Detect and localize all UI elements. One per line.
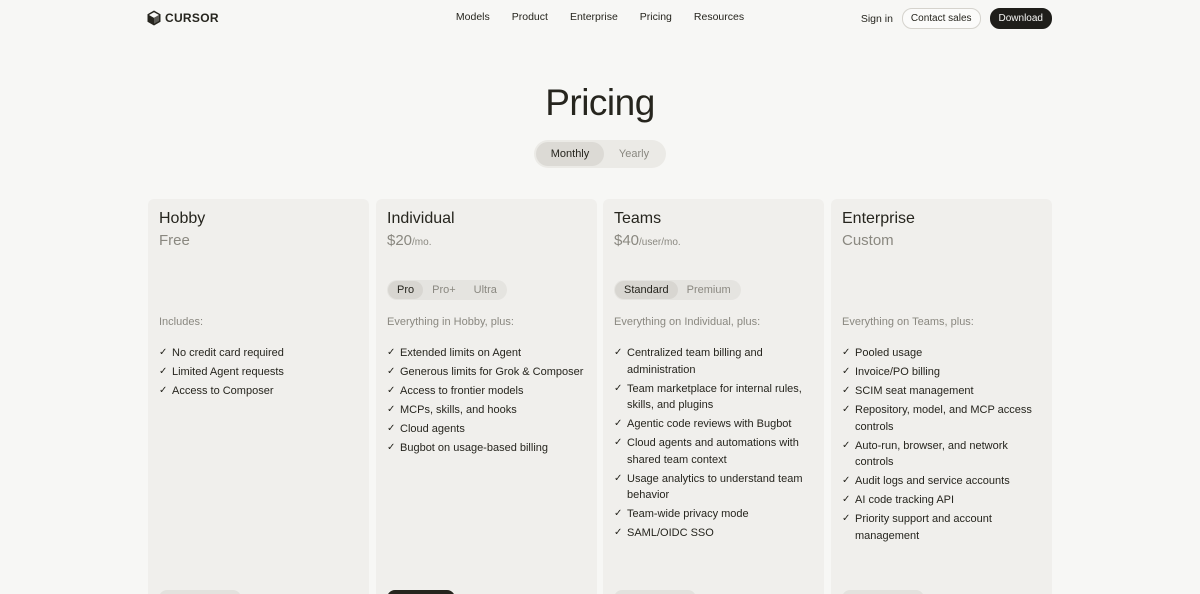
feature-item: ✓ Cloud agents	[387, 421, 589, 438]
feature-item: ✓ Bugbot on usage-based billing	[387, 440, 589, 457]
check-icon: ✓	[387, 404, 396, 415]
feature-item: ✓ Repository, model, and MCP access contr…	[842, 404, 1032, 433]
menu-item-pricing[interactable]: Pricing	[640, 11, 672, 23]
plan-price: Custom	[842, 232, 894, 249]
feature-item: ✓ Usage analytics to understand team beha…	[614, 472, 803, 502]
plan-includes-label: Everything on Teams, plus:	[842, 316, 974, 328]
feature-list: ✓ Pooled usage ✓ Invoice/PO billing ✓ SCIM …	[842, 345, 1044, 547]
logo[interactable]: CURSOR	[147, 10, 219, 26]
plan-name: Individual	[387, 210, 455, 227]
check-icon: ✓	[614, 418, 623, 429]
feature-list: ✓ Extended limits on Agent ✓ Generous limi…	[387, 345, 589, 459]
check-icon: ✓	[387, 347, 396, 358]
plan-price: $20/mo.	[387, 232, 432, 249]
feature-item: ✓ AI code tracking API	[842, 492, 1044, 509]
feature-item: ✓ Limited Agent requests	[159, 364, 361, 381]
plan-card-enterprise: Enterprise Custom Everything on Teams, p…	[831, 199, 1052, 594]
menu-item-enterprise[interactable]: Enterprise	[570, 11, 618, 23]
feature-item: ✓ Priority support and account management	[842, 513, 992, 542]
tier-pro-plus[interactable]: Pro+	[423, 281, 465, 299]
check-icon: ✓	[614, 472, 623, 484]
feature-list: ✓ Centralized team billing and administra…	[614, 345, 816, 544]
feature-item: ✓ Team-wide privacy mode	[614, 506, 816, 523]
check-icon: ✓	[842, 494, 851, 505]
logo-text: CURSOR	[165, 11, 219, 25]
check-icon: ✓	[842, 404, 851, 415]
check-icon: ✓	[842, 475, 851, 486]
feature-item: ✓ Team marketplace for internal rules, sk…	[614, 382, 802, 412]
check-icon: ✓	[614, 437, 623, 448]
plan-card-hobby: Hobby Free Includes: ✓ No credit card req…	[148, 199, 369, 594]
plan-card-individual: Individual $20/mo. Pro Pro+ Ultra Everyt…	[376, 199, 597, 594]
monthly-option[interactable]: Monthly	[536, 142, 604, 166]
feature-list: ✓ No credit card required ✓ Limited Agent …	[159, 345, 361, 402]
check-icon: ✓	[842, 439, 851, 451]
check-icon: ✓	[614, 508, 623, 519]
feature-item: ✓ Audit logs and service accounts	[842, 473, 1044, 490]
menu-item-product[interactable]: Product	[512, 11, 548, 23]
check-icon: ✓	[387, 442, 396, 453]
feature-item: ✓ Centralized team billing and administra…	[614, 347, 763, 376]
plan-includes-label: Everything on Individual, plus:	[614, 316, 761, 328]
check-icon: ✓	[159, 366, 168, 377]
check-icon: ✓	[159, 385, 168, 396]
feature-item: ✓ SCIM seat management	[842, 383, 1044, 400]
page-title: Pricing	[545, 82, 655, 123]
check-icon: ✓	[614, 347, 623, 358]
yearly-option[interactable]: Yearly	[604, 142, 664, 166]
check-icon: ✓	[842, 513, 851, 524]
feature-item: ✓ Invoice/PO billing	[842, 364, 1044, 381]
feature-item: ✓ Auto-run, browser, and network controls	[842, 439, 1008, 469]
feature-item: ✓ SAML/OIDC SSO	[614, 525, 816, 542]
billing-period-toggle: Monthly Yearly	[534, 140, 666, 168]
check-icon: ✓	[387, 385, 396, 396]
hobby-cta-button[interactable]	[159, 590, 241, 594]
tier-pro[interactable]: Pro	[388, 281, 424, 299]
menu-item-models[interactable]: Models	[456, 11, 490, 23]
cursor-cube-icon	[147, 10, 161, 26]
feature-item: ✓ Pooled usage	[842, 345, 1044, 362]
check-icon: ✓	[614, 527, 623, 538]
check-icon: ✓	[614, 382, 623, 394]
individual-tier-toggle: Pro Pro+ Ultra	[387, 280, 507, 300]
header-actions: Sign in Contact sales Download	[861, 8, 1052, 29]
plan-name: Enterprise	[842, 210, 915, 227]
teams-cta-button[interactable]	[614, 590, 696, 594]
plan-name: Teams	[614, 210, 662, 227]
feature-item: ✓ Access to Composer	[159, 383, 361, 400]
download-button[interactable]: Download	[989, 8, 1052, 29]
contact-sales-button[interactable]: Contact sales	[901, 8, 981, 29]
teams-tier-toggle: Standard Premium	[614, 280, 741, 300]
check-icon: ✓	[159, 347, 168, 358]
check-icon: ✓	[842, 347, 851, 358]
feature-item: ✓ Agentic code reviews with Bugbot	[614, 416, 816, 433]
tier-ultra[interactable]: Ultra	[465, 281, 506, 299]
feature-item: ✓ Extended limits on Agent	[387, 345, 589, 362]
feature-item: ✓ Cloud agents and automations with share…	[614, 437, 799, 466]
menu-item-resources[interactable]: Resources	[694, 11, 744, 23]
plan-card-teams: Teams $40/user/mo. Standard Premium Ever…	[603, 199, 824, 594]
enterprise-cta-button[interactable]	[842, 590, 924, 594]
plan-name: Hobby	[159, 210, 206, 227]
feature-item: ✓ MCPs, skills, and hooks	[387, 402, 589, 419]
plan-includes-label: Everything in Hobby, plus:	[387, 316, 514, 328]
top-nav: CURSOR Models Product Enterprise Pricing…	[0, 0, 1200, 36]
check-icon: ✓	[387, 423, 396, 434]
tier-standard[interactable]: Standard	[615, 281, 678, 299]
plan-includes-label: Includes:	[159, 316, 204, 328]
check-icon: ✓	[842, 366, 851, 377]
check-icon: ✓	[387, 366, 396, 377]
feature-item: ✓ Generous limits for Grok & Composer	[387, 364, 589, 381]
sign-in-link[interactable]: Sign in	[861, 13, 893, 25]
plan-price: $40/user/mo.	[614, 232, 681, 249]
individual-cta-button[interactable]	[387, 590, 455, 594]
tier-premium[interactable]: Premium	[678, 281, 740, 299]
feature-item: ✓ Access to frontier models	[387, 383, 589, 400]
feature-item: ✓ No credit card required	[159, 345, 361, 362]
check-icon: ✓	[842, 385, 851, 396]
plan-price: Free	[159, 232, 190, 249]
